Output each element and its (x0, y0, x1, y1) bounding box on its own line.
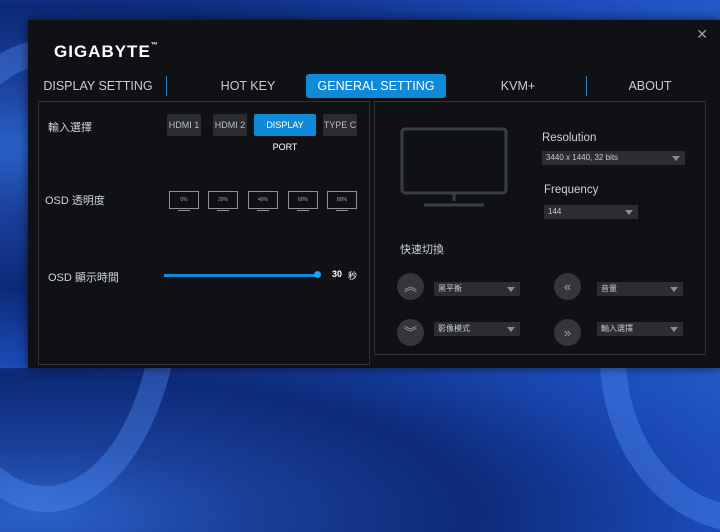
chevron-down-icon (507, 287, 515, 292)
input-typec-button[interactable]: TYPE C (323, 114, 357, 136)
monitor-icon (400, 127, 508, 207)
input-displayport-button[interactable]: DISPLAY PORT (254, 114, 316, 152)
chevron-down-icon (625, 210, 633, 215)
quick-switch-label: 快速切換 (400, 244, 444, 256)
chevron-down-icon (507, 327, 515, 332)
transparency-20-button[interactable]: 20% (208, 191, 238, 214)
input-hdmi1-button[interactable]: HDMI 1 (167, 114, 201, 136)
transparency-80-button[interactable]: 80% (327, 191, 357, 214)
osd-transparency-label: OSD 透明度 (45, 195, 105, 207)
chevron-double-up-icon[interactable]: ︽ (397, 273, 424, 300)
input-select-label: 輸入選擇 (48, 122, 92, 134)
quick-slot-up-select[interactable]: 黑平衡 (434, 282, 520, 296)
osd-time-value: 30 (332, 269, 343, 279)
tab-hot-key[interactable]: HOT KEY (188, 74, 308, 98)
quick-slot-left-select[interactable]: 音量 (597, 282, 683, 296)
osd-time-label: OSD 顯示時間 (48, 272, 119, 284)
transparency-40-button[interactable]: 40% (248, 191, 278, 214)
tab-kvm[interactable]: KVM+ (468, 74, 568, 98)
tab-divider (166, 76, 167, 96)
osd-time-unit: 秒 (348, 271, 358, 281)
resolution-label: Resolution (542, 132, 597, 144)
chevron-down-icon (670, 327, 678, 332)
chevron-double-right-icon[interactable]: » (554, 319, 581, 346)
osd-time-slider[interactable] (164, 274, 318, 277)
app-window: GIGABYTE™ ✕ DISPLAY SETTING HOT KEY GENE… (28, 20, 720, 368)
close-icon[interactable]: ✕ (696, 26, 708, 43)
input-hdmi2-button[interactable]: HDMI 2 (213, 114, 247, 136)
tab-general-setting[interactable]: GENERAL SETTING (306, 74, 446, 98)
tab-divider (586, 76, 587, 96)
resolution-select[interactable]: 3440 x 1440, 32 bits (542, 151, 685, 165)
chevron-double-left-icon[interactable]: « (554, 273, 581, 300)
frequency-select[interactable]: 144 (544, 205, 638, 219)
tab-about[interactable]: ABOUT (610, 74, 690, 98)
chevron-down-icon (672, 156, 680, 161)
transparency-0-button[interactable]: 0% (169, 191, 199, 214)
chevron-double-down-icon[interactable]: ︾ (397, 319, 424, 346)
quick-slot-down-select[interactable]: 影像模式 (434, 322, 520, 336)
transparency-60-button[interactable]: 60% (288, 191, 318, 214)
osd-time-slider-thumb[interactable] (314, 271, 321, 278)
tab-display-setting[interactable]: DISPLAY SETTING (38, 74, 158, 98)
chevron-down-icon (670, 287, 678, 292)
tab-bar: DISPLAY SETTING HOT KEY GENERAL SETTING … (38, 72, 714, 100)
frequency-label: Frequency (544, 184, 599, 196)
left-settings-panel (38, 101, 370, 365)
quick-slot-right-select[interactable]: 輸入選擇 (597, 322, 683, 336)
brand-logo: GIGABYTE™ (54, 42, 159, 61)
